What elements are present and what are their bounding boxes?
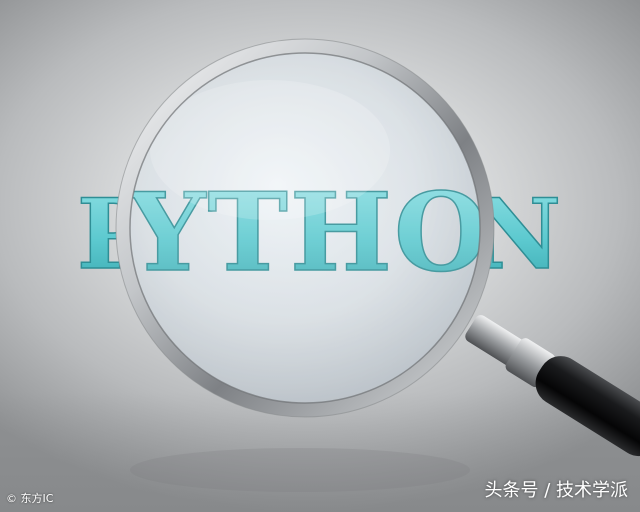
- magnifier-illustration: PYTHON PYTHON: [76, 38, 640, 492]
- watermark-source: © 东方IC: [6, 492, 54, 505]
- photo-scene: PYTHON PYTHON © 东方IC 头条号 / 技术学派: [0, 0, 640, 512]
- magnifier-handle: [465, 315, 640, 457]
- watermark-account: 头条号 / 技术学派: [484, 480, 628, 501]
- lens-reflection: [130, 448, 470, 492]
